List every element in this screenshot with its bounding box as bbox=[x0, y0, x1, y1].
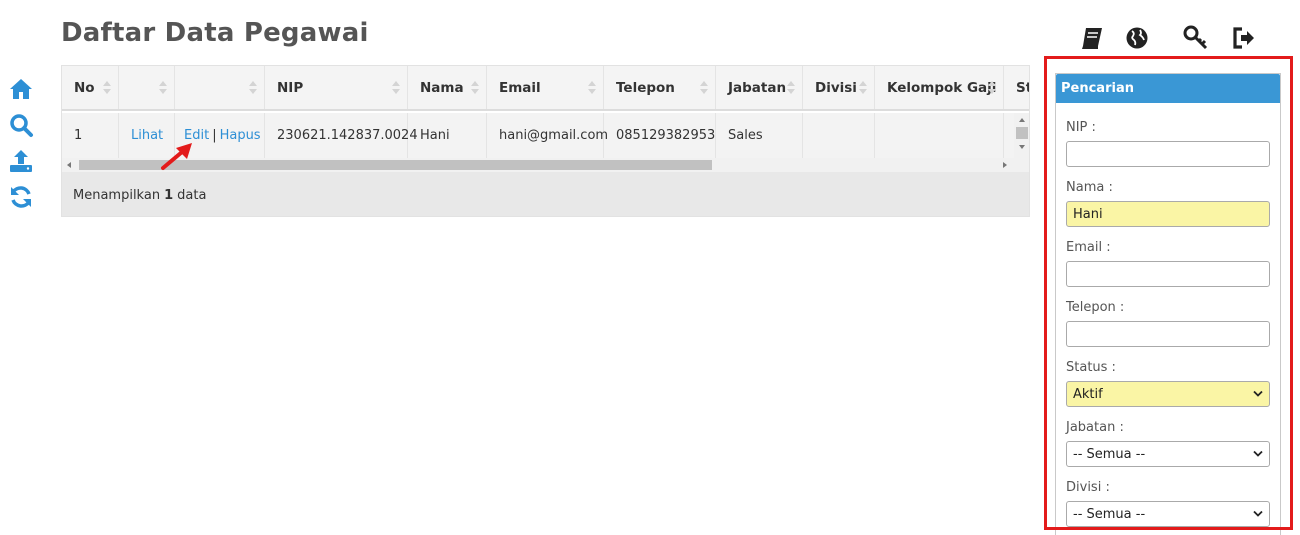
cell-jabatan: Sales bbox=[716, 113, 803, 158]
col-header-status[interactable]: Sta bbox=[1004, 66, 1029, 109]
vertical-scrollbar[interactable] bbox=[1014, 113, 1029, 158]
employee-table: No NIP Nama Email Telepon Jabatan Divisi… bbox=[61, 65, 1030, 217]
cell-telepon: 085129382953 bbox=[604, 113, 716, 158]
horizontal-scrollbar[interactable] bbox=[62, 158, 1029, 172]
cell-kelompok-gaji bbox=[875, 113, 1004, 158]
footer-suffix: data bbox=[177, 187, 207, 203]
scroll-right-icon[interactable] bbox=[1003, 162, 1007, 168]
action-separator: | bbox=[212, 128, 217, 143]
key-icon[interactable] bbox=[1182, 24, 1210, 52]
col-header-email[interactable]: Email bbox=[487, 66, 604, 109]
footer-count: 1 bbox=[164, 187, 174, 203]
sort-icon[interactable] bbox=[988, 81, 996, 95]
scroll-down-icon[interactable] bbox=[1019, 145, 1025, 149]
upload-icon[interactable] bbox=[8, 148, 34, 174]
annotation-arrow-icon bbox=[161, 143, 192, 170]
col-header-nama[interactable]: Nama bbox=[408, 66, 487, 109]
sort-icon[interactable] bbox=[471, 81, 479, 95]
delete-link[interactable]: Hapus bbox=[220, 128, 261, 143]
col-header-nip[interactable]: NIP bbox=[265, 66, 408, 109]
page-title: Daftar Data Pegawai bbox=[61, 18, 369, 48]
left-nav bbox=[8, 76, 36, 220]
sort-icon[interactable] bbox=[103, 81, 111, 95]
table-footer: Menampilkan 1 data bbox=[62, 172, 1029, 216]
sort-icon[interactable] bbox=[249, 81, 257, 95]
search-icon[interactable] bbox=[8, 112, 34, 138]
refresh-icon[interactable] bbox=[8, 184, 34, 210]
col-header-no[interactable]: No bbox=[62, 66, 119, 109]
sort-icon[interactable] bbox=[787, 81, 795, 95]
scroll-up-icon[interactable] bbox=[1019, 118, 1025, 122]
col-header-divisi[interactable]: Divisi bbox=[803, 66, 875, 109]
globe-icon[interactable] bbox=[1123, 24, 1151, 52]
sort-icon[interactable] bbox=[859, 81, 867, 95]
scroll-thumb[interactable] bbox=[1016, 127, 1028, 139]
col-header-jabatan[interactable]: Jabatan bbox=[716, 66, 803, 109]
cell-nip: 230621.142837.0024 bbox=[265, 113, 418, 158]
col-header-kelompok-gaji[interactable]: Kelompok Gaji bbox=[875, 66, 1004, 109]
logout-icon[interactable] bbox=[1230, 24, 1258, 52]
scroll-left-icon[interactable] bbox=[67, 162, 71, 168]
col-header-telepon[interactable]: Telepon bbox=[604, 66, 716, 109]
footer-prefix: Menampilkan bbox=[73, 187, 161, 203]
sort-icon[interactable] bbox=[588, 81, 596, 95]
cell-no: 1 bbox=[62, 113, 119, 158]
top-toolbar bbox=[1076, 24, 1266, 54]
book-icon[interactable] bbox=[1078, 24, 1106, 52]
col-header-view[interactable] bbox=[119, 66, 175, 109]
sort-icon[interactable] bbox=[700, 81, 708, 95]
cell-divisi bbox=[803, 113, 875, 158]
col-header-actions[interactable] bbox=[175, 66, 265, 109]
annotation-highlight-box bbox=[1044, 56, 1293, 530]
sort-icon[interactable] bbox=[159, 81, 167, 95]
cell-email: hani@gmail.com bbox=[487, 113, 608, 158]
sort-icon[interactable] bbox=[392, 81, 400, 95]
home-icon[interactable] bbox=[8, 76, 34, 102]
table-header: No NIP Nama Email Telepon Jabatan Divisi… bbox=[62, 66, 1029, 111]
table-row: 1 Lihat Edit | Hapus 230621.142837.0024 Ha… bbox=[62, 113, 1029, 158]
cell-nama: Hani bbox=[408, 113, 487, 158]
